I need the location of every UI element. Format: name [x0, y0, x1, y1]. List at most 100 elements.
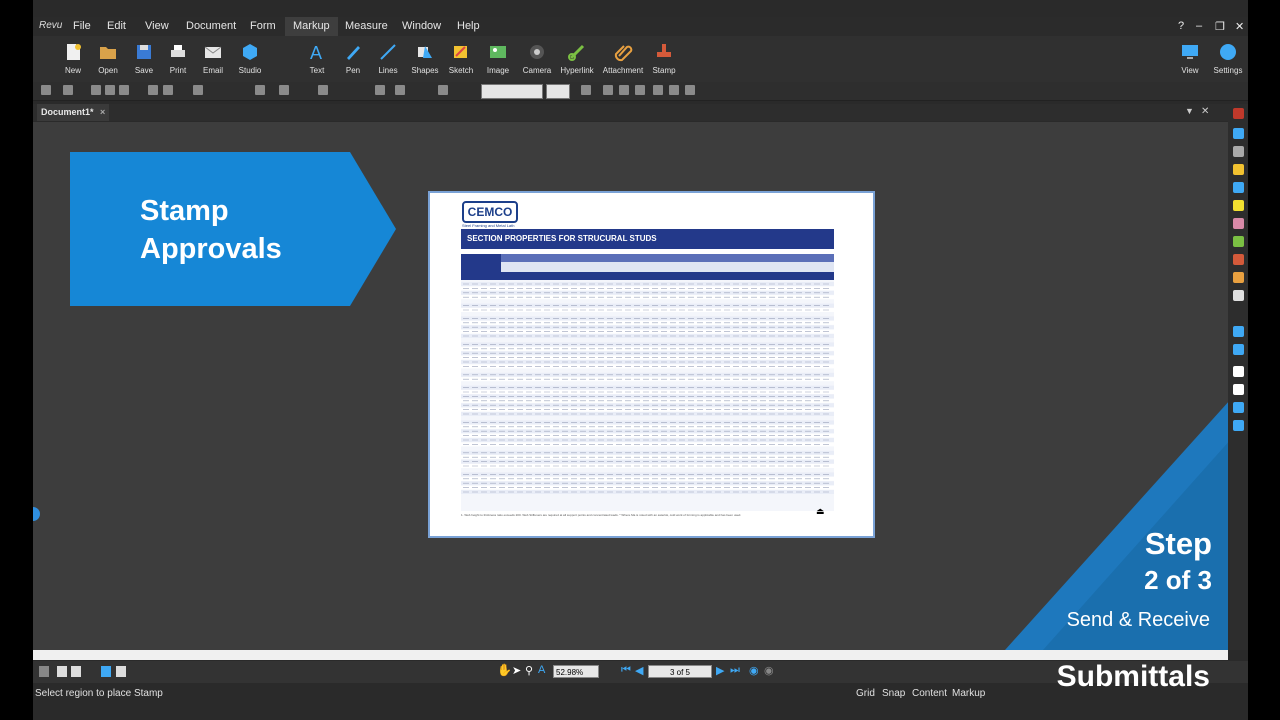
align-right-icon[interactable]	[685, 85, 695, 95]
align-center-icon[interactable]	[669, 85, 679, 95]
markup-toggle[interactable]: Markup	[952, 688, 985, 699]
select-text-icon[interactable]: A	[538, 664, 545, 676]
split-view-icon[interactable]	[57, 666, 67, 677]
align-left-icon[interactable]	[653, 85, 663, 95]
font-color-icon[interactable]	[581, 85, 591, 95]
svg-text:A: A	[310, 43, 322, 62]
footnotes: 1. Web height to thickness ratio exceeds…	[461, 513, 742, 517]
text-tool-icon[interactable]	[1233, 128, 1244, 139]
app-logo: Revu	[39, 20, 63, 31]
delete-icon[interactable]	[148, 85, 158, 95]
restore-icon[interactable]: ❐	[1215, 20, 1225, 33]
image-panel-icon[interactable]	[1233, 290, 1244, 301]
highlighter-icon[interactable]	[1233, 200, 1244, 211]
arrow-tool-icon[interactable]	[1233, 344, 1244, 355]
line-width-icon[interactable]	[395, 85, 405, 95]
layout-icon[interactable]	[71, 666, 81, 677]
snap-toggle[interactable]: Snap	[882, 688, 905, 699]
pen-tool-icon[interactable]	[1233, 182, 1244, 193]
tab-close-icon[interactable]: ×	[100, 107, 105, 117]
align-icon[interactable]	[318, 85, 328, 95]
typewriter-icon[interactable]	[1233, 146, 1244, 157]
menu-help[interactable]: Help	[457, 17, 480, 36]
stamp-approvals-callout: Stamp Approvals	[70, 152, 350, 306]
cloud-tool-icon[interactable]	[1233, 420, 1244, 431]
last-page-icon[interactable]: ⏭	[730, 664, 740, 677]
font-size-select[interactable]	[546, 84, 570, 99]
line-color-icon[interactable]	[255, 85, 265, 95]
folder-icon	[100, 47, 116, 59]
eraser-icon[interactable]	[1233, 218, 1244, 229]
callout-arrow	[350, 152, 396, 306]
underline-icon[interactable]	[635, 85, 645, 95]
properties-toolbar	[33, 82, 1248, 101]
attachment-tool-button[interactable]: Attachment	[601, 42, 645, 75]
horizontal-scrollbar[interactable]	[33, 650, 1228, 660]
menu-measure[interactable]: Measure	[345, 17, 388, 36]
previous-page-icon[interactable]: ◀	[635, 664, 643, 677]
ellipse-tool-icon[interactable]	[1233, 384, 1244, 395]
line-tool-icon[interactable]	[1233, 326, 1244, 337]
undo-icon[interactable]	[41, 85, 51, 95]
text-icon: A	[310, 43, 322, 62]
italic-icon[interactable]	[619, 85, 629, 95]
redo-icon[interactable]	[63, 85, 73, 95]
pan-hand-icon[interactable]: ✋	[497, 663, 512, 677]
image-tool-button[interactable]: Image	[476, 42, 520, 75]
menu-window[interactable]: Window	[402, 17, 441, 36]
thumbnail-icon[interactable]	[39, 666, 49, 677]
callout-line-2: Approvals	[140, 233, 282, 265]
help-icon[interactable]: ?	[1178, 20, 1184, 32]
copy-icon[interactable]	[105, 85, 115, 95]
menu-view[interactable]: View	[145, 17, 169, 36]
menu-file[interactable]: File	[73, 17, 91, 36]
format-painter-icon[interactable]	[163, 85, 173, 95]
fill-color-icon[interactable]	[279, 85, 289, 95]
bold-icon[interactable]	[603, 85, 613, 95]
zoom-icon[interactable]: ⚲	[525, 664, 533, 677]
single-page-icon[interactable]	[116, 666, 126, 677]
back-view-icon[interactable]: ◉	[749, 664, 759, 677]
stamp-icon	[657, 44, 671, 57]
left-panel-handle[interactable]	[33, 507, 40, 521]
stamp-panel-icon[interactable]	[1233, 254, 1244, 265]
cut-icon[interactable]	[91, 85, 101, 95]
grid-toggle[interactable]: Grid	[856, 688, 875, 699]
stamp-tool-button[interactable]: Stamp	[642, 42, 686, 75]
attach-icon[interactable]	[1233, 272, 1244, 283]
close-all-icon[interactable]: ✕	[1201, 106, 1209, 117]
list-icon[interactable]	[438, 85, 448, 95]
menu-form[interactable]: Form	[250, 17, 276, 36]
hyperlink-tool-button[interactable]: Hyperlink	[555, 42, 599, 75]
next-page-icon[interactable]: ▶	[716, 664, 724, 677]
zoom-level-input[interactable]: 52.98%	[553, 665, 599, 678]
page-number-input[interactable]: 3 of 5	[648, 665, 712, 678]
polygon-tool-icon[interactable]	[1233, 402, 1244, 413]
flatten-icon[interactable]	[193, 85, 203, 95]
line-style-icon[interactable]	[375, 85, 385, 95]
tab-list-icon[interactable]: ▼	[1185, 106, 1194, 116]
menu-markup[interactable]: Markup	[285, 17, 338, 36]
content-toggle[interactable]: Content	[912, 688, 947, 699]
menu-edit[interactable]: Edit	[107, 17, 126, 36]
grid-view-icon[interactable]	[101, 666, 111, 677]
menu-document[interactable]: Document	[186, 17, 236, 36]
forward-view-icon[interactable]: ◉	[764, 664, 774, 677]
rectangle-tool-icon[interactable]	[1233, 366, 1244, 377]
paste-icon[interactable]	[119, 85, 129, 95]
font-select[interactable]	[481, 84, 543, 99]
first-page-icon[interactable]: ⏮	[621, 664, 631, 677]
pin-icon[interactable]	[1233, 108, 1244, 119]
camera-icon	[530, 45, 544, 59]
tab-document1[interactable]: Document1* ×	[37, 104, 110, 121]
pdf-page[interactable]: CEMCO Steel Framing and Metal Lath SECTI…	[428, 191, 875, 538]
settings-button[interactable]: Settings	[1206, 42, 1248, 75]
select-arrow-icon[interactable]: ➤	[512, 664, 521, 677]
close-icon[interactable]: ✕	[1235, 20, 1244, 33]
camera-tool-button[interactable]: Camera	[515, 42, 559, 75]
studio-button[interactable]: Studio	[228, 42, 272, 75]
printer-icon	[171, 45, 185, 57]
note-icon[interactable]	[1233, 164, 1244, 175]
link-icon[interactable]	[1233, 236, 1244, 247]
minimize-icon[interactable]: –	[1196, 20, 1202, 32]
